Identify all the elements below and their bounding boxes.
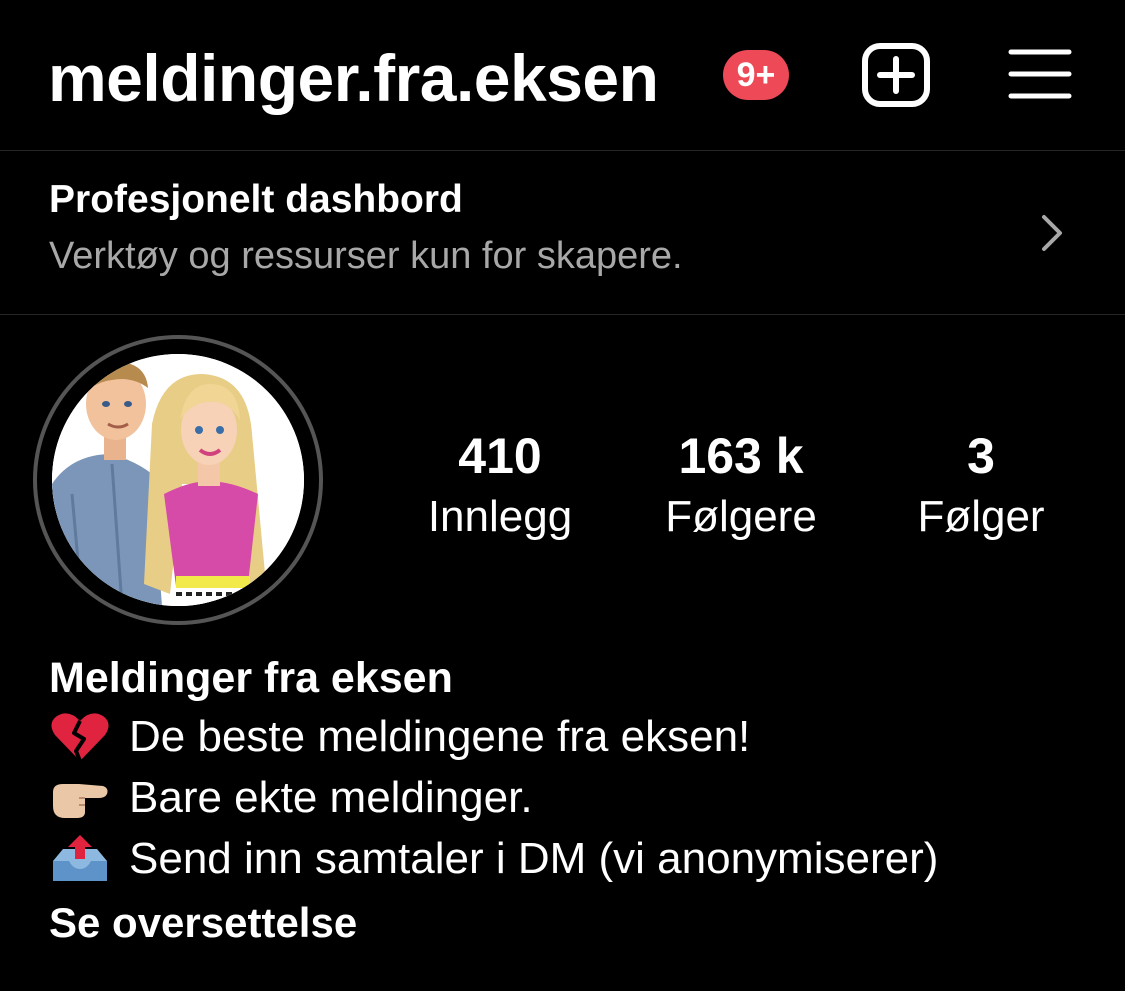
notification-badge[interactable]: 9+ bbox=[723, 50, 789, 100]
profile-display-name: Meldinger fra eksen bbox=[49, 654, 453, 702]
dashboard-subtitle: Verktøy og ressurser kun for skapere. bbox=[49, 235, 683, 277]
pointing-hand-icon bbox=[53, 783, 108, 818]
profile-avatar[interactable] bbox=[33, 335, 323, 625]
menu-button[interactable] bbox=[1007, 44, 1073, 104]
create-post-button[interactable] bbox=[861, 42, 931, 108]
chevron-right-icon bbox=[1042, 215, 1062, 251]
stat-followers[interactable]: 163 k Følgere bbox=[641, 425, 841, 547]
bio-line: De beste meldingene fra eksen! bbox=[49, 706, 1099, 767]
stat-label: Følger bbox=[917, 492, 1045, 541]
stat-count: 410 bbox=[458, 428, 542, 484]
stat-label: Innlegg bbox=[427, 492, 573, 541]
profile-bio: Meldinger fra eksen De beste meldingene … bbox=[49, 650, 1099, 951]
stat-following[interactable]: 3 Følger bbox=[881, 425, 1081, 547]
stat-count: 3 bbox=[967, 428, 995, 484]
profile-screen: meldinger.fra.eksen 9+ Profesjonelt dash… bbox=[0, 0, 1125, 991]
dashboard-divider bbox=[0, 314, 1125, 315]
profile-header: meldinger.fra.eksen 9+ bbox=[0, 0, 1125, 150]
outbox-tray-icon bbox=[53, 834, 107, 881]
bio-line-text: Send inn samtaler i DM (vi anonymiserer) bbox=[129, 834, 939, 883]
see-translation-link[interactable]: Se oversettelse bbox=[49, 895, 1099, 951]
bio-line: Send inn samtaler i DM (vi anonymiserer) bbox=[49, 828, 1099, 889]
broken-heart-icon bbox=[51, 712, 109, 762]
stat-count: 163 k bbox=[678, 428, 804, 484]
bio-line-text: Bare ekte meldinger. bbox=[129, 773, 533, 822]
plus-square-icon bbox=[862, 43, 930, 107]
dashboard-title: Profesjonelt dashbord bbox=[49, 178, 463, 221]
stat-label: Følgere bbox=[665, 492, 817, 541]
bio-line: Bare ekte meldinger. bbox=[49, 767, 1099, 828]
bio-line-text: De beste meldingene fra eksen! bbox=[129, 712, 751, 761]
hamburger-menu-icon bbox=[1008, 49, 1072, 99]
professional-dashboard-row[interactable]: Profesjonelt dashbord Verktøy og ressurs… bbox=[0, 151, 1125, 314]
stat-posts[interactable]: 410 Innlegg bbox=[400, 425, 600, 547]
avatar-image bbox=[52, 354, 304, 606]
username-title[interactable]: meldinger.fra.eksen bbox=[48, 38, 659, 118]
